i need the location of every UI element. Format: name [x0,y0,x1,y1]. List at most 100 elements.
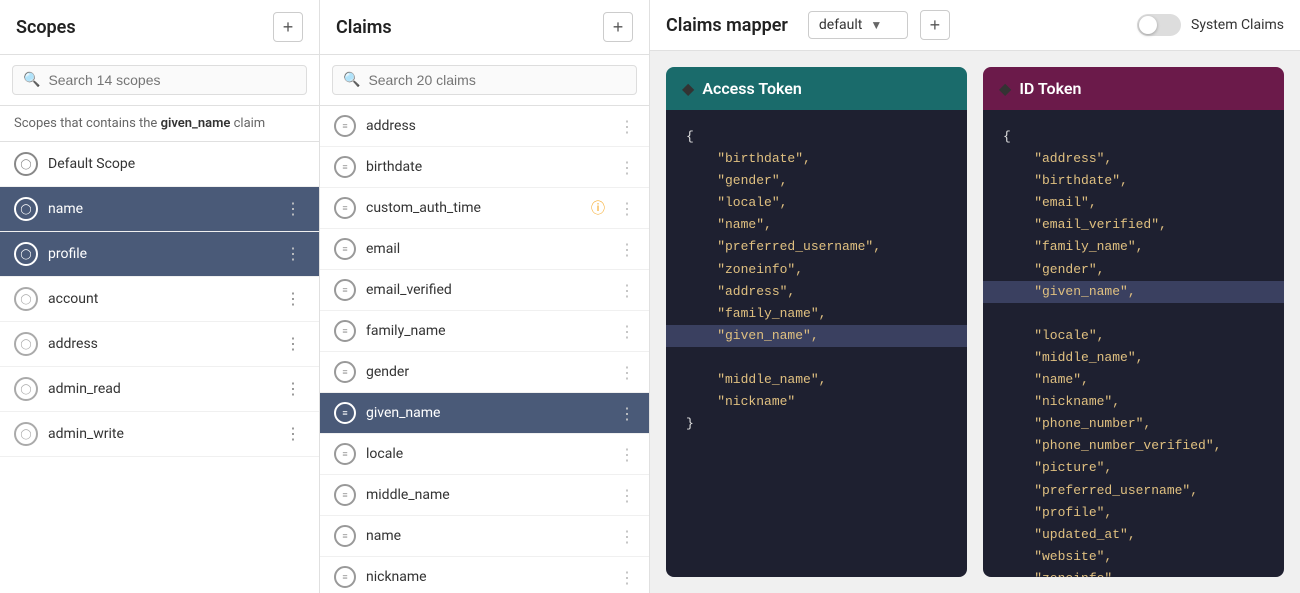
claim-menu-custom-auth-time[interactable]: ⋮ [619,199,635,218]
scope-item-admin-write[interactable]: ◯ admin_write ⋮ [0,412,319,457]
claim-item-birthdate[interactable]: ≡ birthdate ⋮ [320,147,649,188]
claim-item-name[interactable]: ≡ name ⋮ [320,516,649,557]
scope-icon-admin-read: ◯ [14,377,38,401]
claim-item-address[interactable]: ≡ address ⋮ [320,106,649,147]
claims-list: ≡ address ⋮ ≡ birthdate ⋮ ≡ custom_auth_… [320,106,649,593]
id-token-body: { "address", "birthdate", "email", "emai… [983,110,1284,577]
id-token-highlighted-line: "given_name", [983,281,1284,303]
claim-label-custom-auth-time: custom_auth_time [366,200,581,216]
claim-icon-locale: ≡ [334,443,356,465]
access-token-card: ◆ Access Token { "birthdate", "gender", … [666,67,967,577]
scope-item-default[interactable]: ◯ Default Scope [0,142,319,187]
claim-icon-given-name: ≡ [334,402,356,424]
claim-icon-nickname: ≡ [334,566,356,588]
scope-label-admin-read: admin_read [48,381,271,397]
scopes-list: ◯ Default Scope ◯ name ⋮ ◯ profile ⋮ ◯ a… [0,142,319,593]
scopes-header: Scopes + [0,0,319,55]
scope-item-profile[interactable]: ◯ profile ⋮ [0,232,319,277]
scope-menu-admin-write[interactable]: ⋮ [281,424,305,444]
scope-label-default: Default Scope [48,156,305,172]
scope-item-address[interactable]: ◯ address ⋮ [0,322,319,367]
scopes-search-wrap[interactable]: 🔍 [12,65,307,95]
claims-search-box: 🔍 [320,55,649,106]
claim-menu-locale[interactable]: ⋮ [619,445,635,464]
claim-icon-address: ≡ [334,115,356,137]
claim-item-family-name[interactable]: ≡ family_name ⋮ [320,311,649,352]
claim-icon-gender: ≡ [334,361,356,383]
claim-menu-email-verified[interactable]: ⋮ [619,281,635,300]
mapper-dropdown-label: default [819,17,863,33]
scopes-panel: Scopes + 🔍 Scopes that contains the give… [0,0,320,593]
claim-label-email: email [366,241,609,257]
claim-menu-nickname[interactable]: ⋮ [619,568,635,587]
scope-label-admin-write: admin_write [48,426,271,442]
claim-menu-middle-name[interactable]: ⋮ [619,486,635,505]
claim-label-name: name [366,528,609,544]
claim-menu-address[interactable]: ⋮ [619,117,635,136]
scopes-hint: Scopes that contains the given_name clai… [0,106,319,142]
claim-item-locale[interactable]: ≡ locale ⋮ [320,434,649,475]
claims-search-icon: 🔍 [343,72,360,88]
id-token-header: ◆ ID Token [983,67,1284,110]
scope-label-profile: profile [48,246,271,262]
scope-menu-name[interactable]: ⋮ [281,199,305,219]
access-token-icon: ◆ [682,79,694,98]
claim-icon-custom-auth-time: ≡ [334,197,356,219]
mapper-content: ◆ Access Token { "birthdate", "gender", … [650,51,1300,593]
scope-menu-profile[interactable]: ⋮ [281,244,305,264]
scope-label-name: name [48,201,271,217]
scope-icon-name: ◯ [14,197,38,221]
mapper-dropdown[interactable]: default ▼ [808,11,908,39]
toggle-thumb [1139,16,1157,34]
claims-header: Claims + [320,0,649,55]
scopes-search-icon: 🔍 [23,72,40,88]
claims-search-wrap[interactable]: 🔍 [332,65,637,95]
mapper-add-button[interactable]: + [920,10,950,40]
claim-menu-name[interactable]: ⋮ [619,527,635,546]
claim-icon-name: ≡ [334,525,356,547]
scope-menu-address[interactable]: ⋮ [281,334,305,354]
claim-label-gender: gender [366,364,609,380]
claim-label-middle-name: middle_name [366,487,609,503]
scope-item-account[interactable]: ◯ account ⋮ [0,277,319,322]
mapper-title: Claims mapper [666,15,788,36]
claim-menu-email[interactable]: ⋮ [619,240,635,259]
scopes-add-button[interactable]: + [273,12,303,42]
scope-icon-default: ◯ [14,152,38,176]
access-token-body: { "birthdate", "gender", "locale", "name… [666,110,967,577]
claim-item-given-name[interactable]: ≡ given_name ⋮ [320,393,649,434]
scope-label-account: account [48,291,271,307]
id-token-title: ID Token [1019,79,1081,98]
scope-icon-profile: ◯ [14,242,38,266]
claims-search-input[interactable] [368,72,626,88]
claims-title: Claims [336,17,392,38]
claim-label-given-name: given_name [366,405,609,421]
claim-label-nickname: nickname [366,569,609,585]
claims-add-button[interactable]: + [603,12,633,42]
claim-menu-given-name[interactable]: ⋮ [619,404,635,423]
claim-icon-middle-name: ≡ [334,484,356,506]
claim-item-email-verified[interactable]: ≡ email_verified ⋮ [320,270,649,311]
system-claims-toggle-track[interactable] [1137,14,1181,36]
scopes-search-box: 🔍 [0,55,319,106]
claim-item-gender[interactable]: ≡ gender ⋮ [320,352,649,393]
claim-menu-gender[interactable]: ⋮ [619,363,635,382]
scope-menu-account[interactable]: ⋮ [281,289,305,309]
scopes-title: Scopes [16,17,76,38]
claim-menu-family-name[interactable]: ⋮ [619,322,635,341]
access-token-header: ◆ Access Token [666,67,967,110]
claim-label-family-name: family_name [366,323,609,339]
claim-menu-birthdate[interactable]: ⋮ [619,158,635,177]
claims-panel: Claims + 🔍 ≡ address ⋮ ≡ birthdate ⋮ ≡ c… [320,0,650,593]
scope-menu-admin-read[interactable]: ⋮ [281,379,305,399]
claim-item-middle-name[interactable]: ≡ middle_name ⋮ [320,475,649,516]
system-claims-label: System Claims [1191,17,1284,33]
scope-item-admin-read[interactable]: ◯ admin_read ⋮ [0,367,319,412]
scope-icon-account: ◯ [14,287,38,311]
claim-item-email[interactable]: ≡ email ⋮ [320,229,649,270]
scope-item-name[interactable]: ◯ name ⋮ [0,187,319,232]
claim-item-custom-auth-time[interactable]: ≡ custom_auth_time ⓘ ⋮ [320,188,649,229]
scopes-search-input[interactable] [48,72,296,88]
claim-item-nickname[interactable]: ≡ nickname ⋮ [320,557,649,593]
claim-label-address: address [366,118,609,134]
